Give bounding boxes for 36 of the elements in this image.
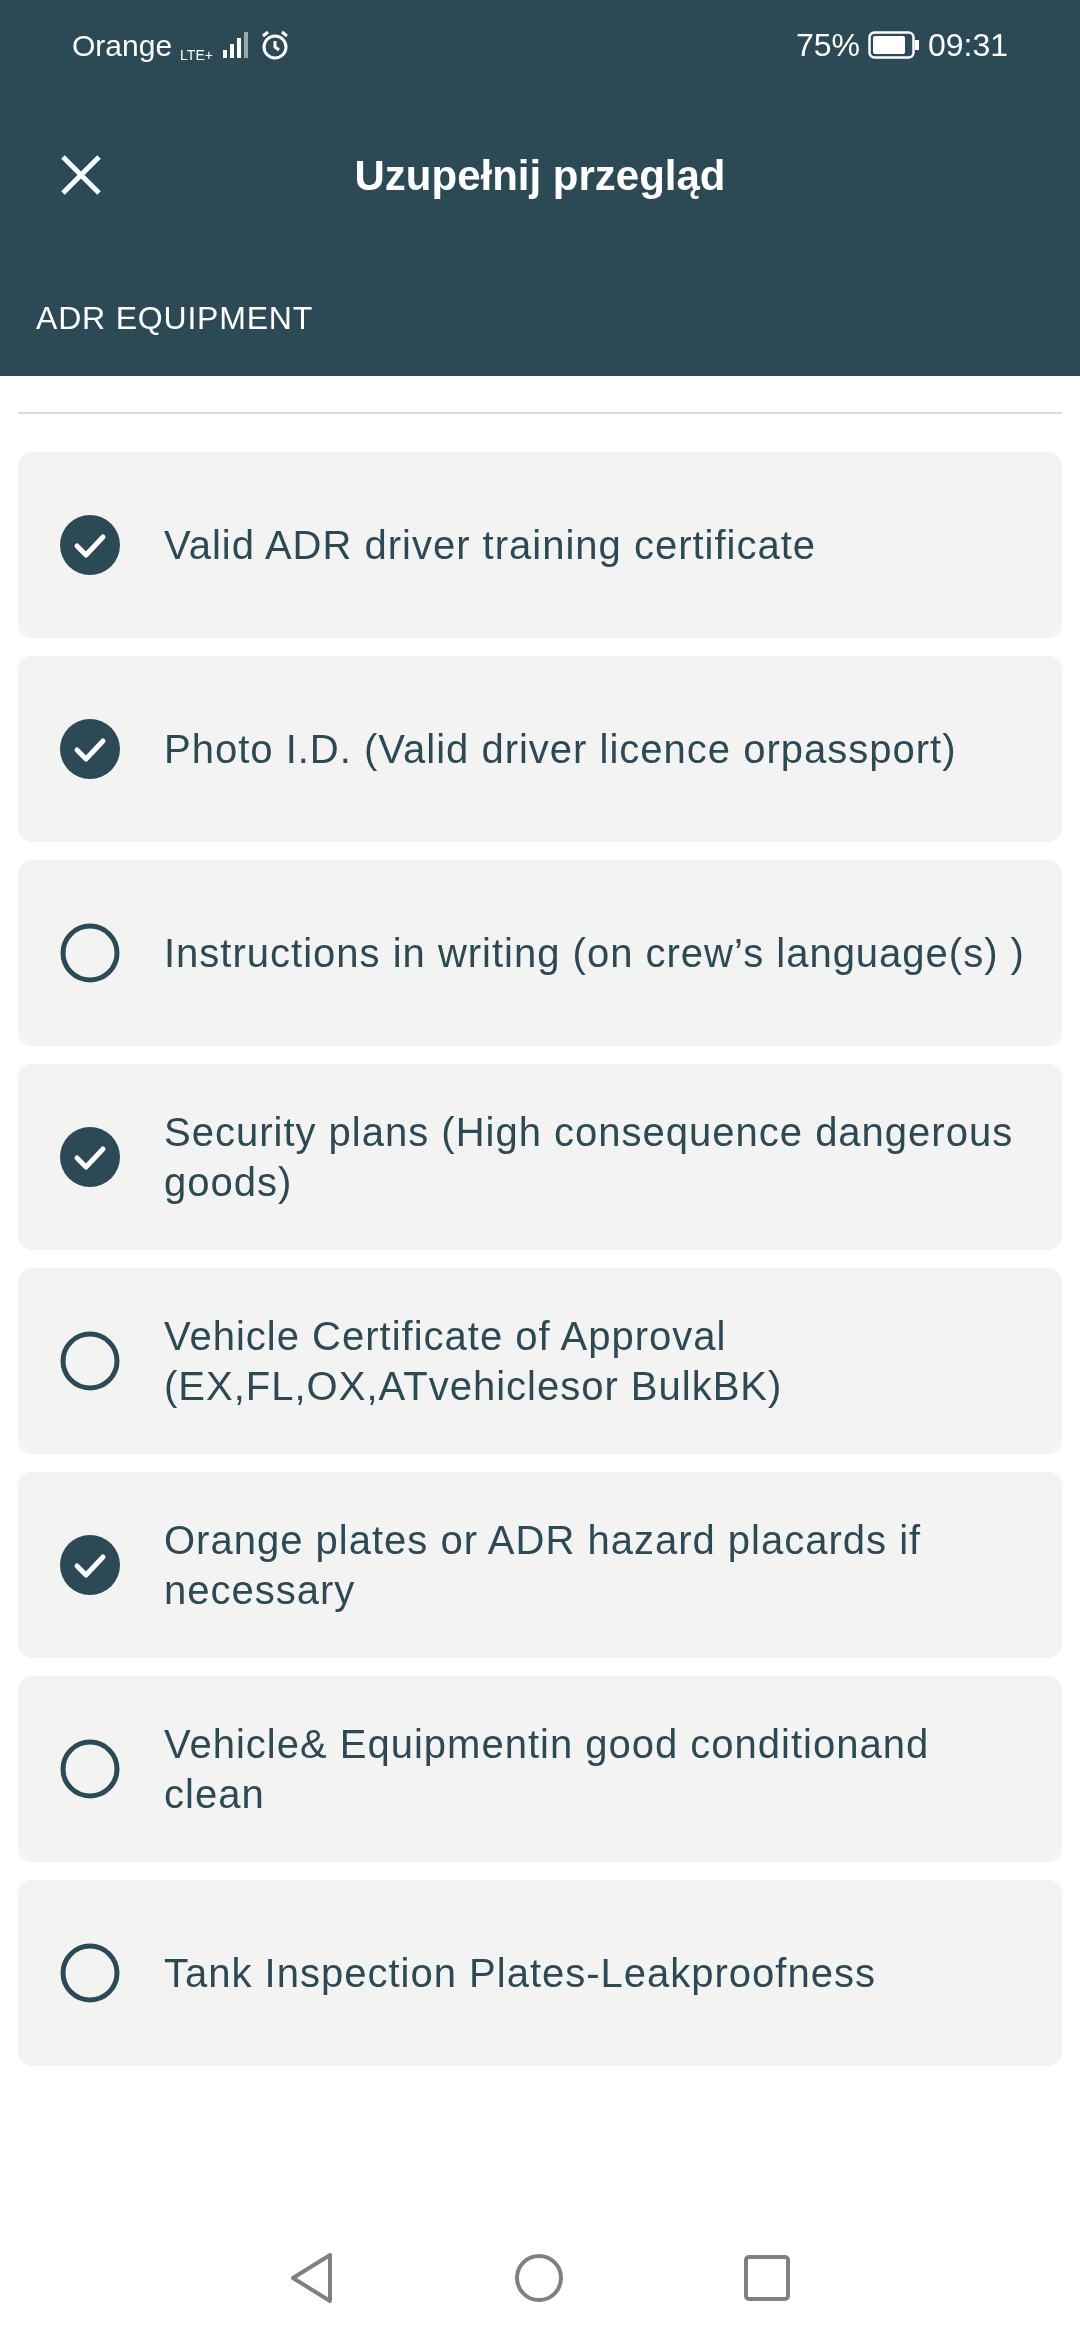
checked-icon[interactable] <box>60 719 120 779</box>
checked-icon[interactable] <box>60 1127 120 1187</box>
item-label: Photo I.D. (Valid driver licence orpassport) <box>164 726 957 773</box>
clock-time: 09:31 <box>927 26 1008 65</box>
checklist-item[interactable]: Vehicle& Equipmentin good conditionand clean <box>18 1676 1062 1862</box>
item-label: Vehicle& Equipmentin good conditionand clean <box>164 1721 931 1818</box>
item-label: Vehicle Certificate of Approval (EX,FL,OX,ATvehiclesor BulkBK) <box>164 1313 784 1410</box>
home-icon[interactable] <box>514 2252 564 2303</box>
checklist-item[interactable]: Security plans (High consequence dangerous goods) <box>18 1064 1062 1250</box>
recents-icon[interactable] <box>744 2254 790 2301</box>
back-icon[interactable] <box>290 2251 334 2304</box>
checklist-item[interactable]: Vehicle Certificate of Approval (EX,FL,OX,ATvehiclesor BulkBK) <box>18 1268 1062 1454</box>
signal-icon <box>220 30 251 60</box>
item-label: Instructions in writing (on crew’s language(s) ) <box>164 930 1025 977</box>
checklist-item[interactable]: Photo I.D. (Valid driver licence orpassport) <box>18 656 1062 842</box>
checked-icon[interactable] <box>60 1535 120 1595</box>
close-icon <box>60 154 102 196</box>
checklist-item[interactable]: Valid ADR driver training certificate <box>18 452 1062 638</box>
item-label: Orange plates or ADR hazard placards if necessary <box>164 1517 923 1614</box>
section-title: ADR EQUIPMENT <box>36 299 314 338</box>
battery-icon <box>867 31 920 59</box>
checklist-item[interactable]: Tank Inspection Plates-Leakproofness <box>18 1880 1062 2066</box>
item-label: Security plans (High consequence dangerous goods) <box>164 1109 1015 1206</box>
unchecked-icon[interactable] <box>60 1943 120 2003</box>
screen-title: Uzupełnij przegląd <box>354 150 726 201</box>
checklist-item[interactable]: Instructions in writing (on crew’s language(s) ) <box>18 860 1062 1046</box>
battery-percent: 75% <box>795 26 860 65</box>
item-label: Valid ADR driver training certificate <box>164 522 817 569</box>
carrier-name: Orange <box>72 27 173 64</box>
item-label: Tank Inspection Plates-Leakproofness <box>164 1950 876 1997</box>
unchecked-icon[interactable] <box>60 1331 120 1391</box>
unchecked-icon[interactable] <box>60 1739 120 1799</box>
checked-icon[interactable] <box>60 515 120 575</box>
checklist-item[interactable]: Orange plates or ADR hazard placards if necessary <box>18 1472 1062 1658</box>
unchecked-icon[interactable] <box>60 923 120 983</box>
network-type: LTE+ <box>180 45 213 65</box>
